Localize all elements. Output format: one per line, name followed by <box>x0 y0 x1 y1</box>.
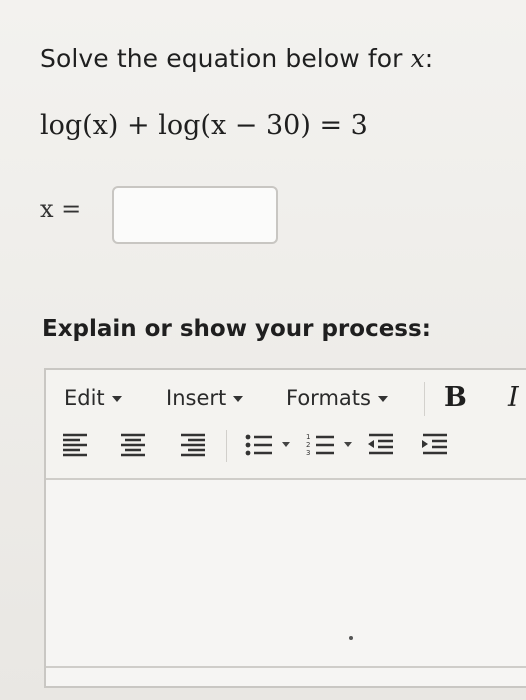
prompt-suffix: : <box>424 44 434 73</box>
outdent-icon[interactable] <box>364 426 398 462</box>
editor-menubar: Edit Insert Formats B I <box>46 370 526 420</box>
bullet-list-icon[interactable] <box>242 426 276 462</box>
indent-icon[interactable] <box>418 426 452 462</box>
chevron-down-icon <box>233 396 244 402</box>
svg-text:1: 1 <box>306 433 310 441</box>
prompt-variable: x <box>410 44 425 73</box>
menu-formats[interactable]: Formats <box>286 386 388 410</box>
rich-text-editor: Edit Insert Formats B I 123 <box>44 368 526 688</box>
toolbar-divider <box>226 430 227 462</box>
menu-insert[interactable]: Insert <box>166 386 244 410</box>
chevron-down-icon <box>377 396 388 402</box>
chevron-down-icon[interactable] <box>282 442 290 447</box>
editor-toolbar: 123 <box>46 426 526 470</box>
question-prompt: Solve the equation below for x: <box>40 44 433 73</box>
menu-insert-label: Insert <box>166 386 227 410</box>
numbered-list-icon[interactable]: 123 <box>304 426 338 462</box>
page: Solve the equation below for x: log(x) +… <box>0 0 526 700</box>
svg-text:3: 3 <box>306 449 310 457</box>
align-center-icon[interactable] <box>116 426 150 462</box>
prompt-text: Solve the equation below for <box>40 44 411 73</box>
answer-label: x = <box>40 195 82 223</box>
menu-divider <box>424 382 425 416</box>
chevron-down-icon <box>111 396 122 402</box>
svg-text:2: 2 <box>306 441 310 449</box>
menu-formats-label: Formats <box>286 386 371 410</box>
text-cursor <box>349 636 353 640</box>
chevron-down-icon[interactable] <box>344 442 352 447</box>
align-right-icon[interactable] <box>176 426 210 462</box>
align-left-icon[interactable] <box>58 426 92 462</box>
bold-button[interactable]: B <box>444 382 467 413</box>
editor-content-area[interactable] <box>46 478 526 686</box>
menu-edit-label: Edit <box>64 386 105 410</box>
equation: log(x) + log(x − 30) = 3 <box>40 110 368 141</box>
explain-label: Explain or show your process: <box>42 316 431 342</box>
italic-button[interactable]: I <box>508 382 519 413</box>
menu-edit[interactable]: Edit <box>64 386 122 410</box>
answer-input[interactable] <box>112 186 278 244</box>
editor-bottom-border <box>46 666 526 668</box>
